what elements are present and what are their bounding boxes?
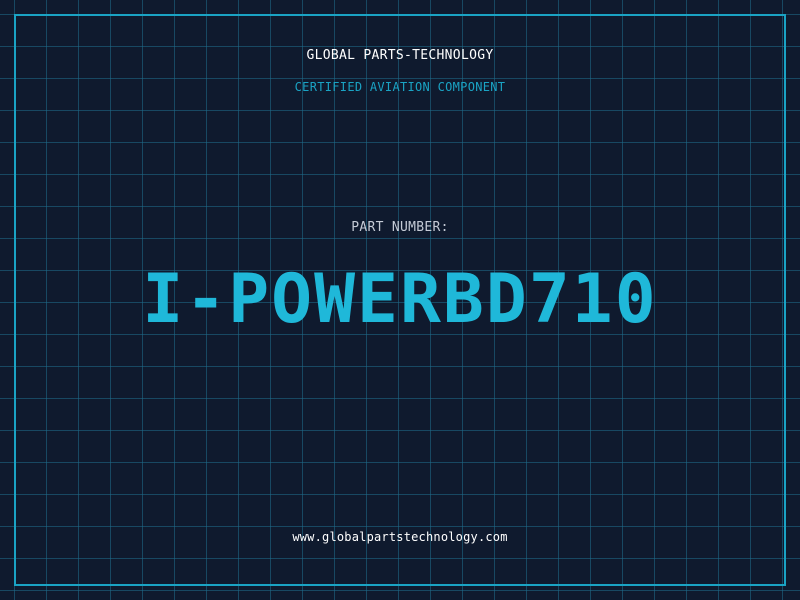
website-url: www.globalpartstechnology.com [292,530,508,544]
tagline: CERTIFIED AVIATION COMPONENT [294,80,506,94]
part-number-value: I-POWERBD710 [142,260,658,339]
part-number-label: PART NUMBER: [351,220,449,235]
certificate-canvas: GLOBAL PARTS-TECHNOLOGY CERTIFIED AVIATI… [0,0,800,600]
brand-name: GLOBAL PARTS-TECHNOLOGY [306,48,494,63]
